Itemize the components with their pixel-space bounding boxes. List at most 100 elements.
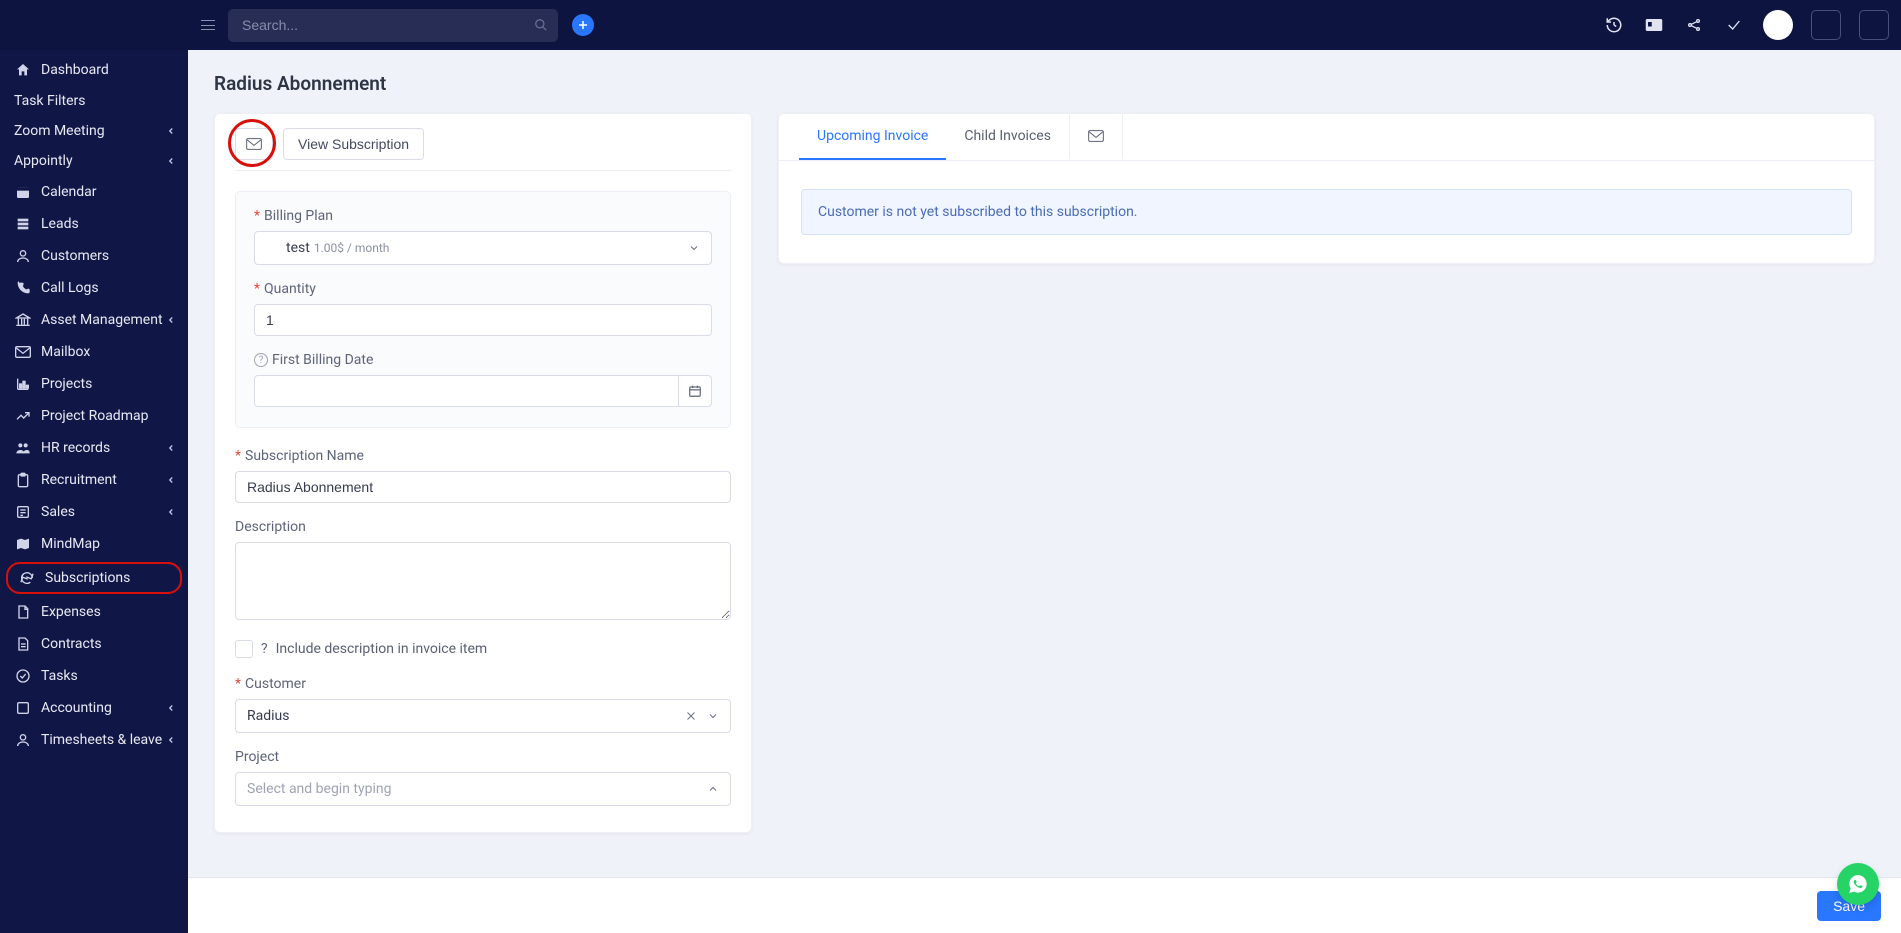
clipboard-icon [14, 471, 32, 489]
description-textarea[interactable] [235, 542, 731, 620]
help-icon: ? [261, 641, 268, 657]
chevron-left-icon [166, 156, 176, 166]
sidebar-item-accounting[interactable]: Accounting [0, 692, 188, 724]
sidebar-item-timesheets-leave[interactable]: Timesheets & leave [0, 724, 188, 756]
sidebar-item-tasks[interactable]: Tasks [0, 660, 188, 692]
file-icon [14, 603, 32, 621]
menu-toggle-button[interactable] [196, 13, 220, 37]
sidebar-item-dashboard[interactable]: Dashboard [0, 54, 188, 86]
checkmark-icon[interactable] [1723, 14, 1745, 36]
billing-plan-price: 1.00$ / month [314, 241, 390, 255]
label-quantity: *Quantity [254, 281, 712, 297]
sidebar-item-appointly[interactable]: Appointly [0, 146, 188, 176]
people-icon [14, 439, 32, 457]
person2-icon [14, 731, 32, 749]
sidebar-item-contracts[interactable]: Contracts [0, 628, 188, 660]
main-scroll: Radius Abonnement View Subscription *Bil… [188, 50, 1901, 933]
clear-customer-button[interactable] [685, 710, 697, 722]
sidebar-item-zoom-meeting[interactable]: Zoom Meeting [0, 116, 188, 146]
sidebar-item-label: Project Roadmap [41, 408, 148, 424]
quantity-input[interactable] [254, 304, 712, 336]
map-icon [14, 535, 32, 553]
label-first-billing-date: ? First Billing Date [254, 352, 712, 368]
sidebar-item-call-logs[interactable]: Call Logs [0, 272, 188, 304]
sidebar-item-hr-records[interactable]: HR records [0, 432, 188, 464]
sidebar-item-label: HR records [41, 440, 110, 456]
sidebar-item-projects[interactable]: Projects [0, 368, 188, 400]
chevron-down-icon [688, 242, 700, 254]
label-description: Description [235, 519, 731, 535]
search-icon [534, 18, 548, 32]
subscription-name-input[interactable] [235, 471, 731, 503]
history-icon[interactable] [1603, 14, 1625, 36]
sidebar-item-label: Call Logs [41, 280, 99, 296]
share-icon[interactable] [1683, 14, 1705, 36]
home-icon [14, 61, 32, 79]
sidebar: Dashboard Task Filters Zoom Meeting Appoint… [0, 50, 188, 933]
sidebar-item-project-roadmap[interactable]: Project Roadmap [0, 400, 188, 432]
include-description-checkbox[interactable] [235, 640, 253, 658]
topbar-square-button-2[interactable] [1859, 10, 1889, 40]
sidebar-item-mindmap[interactable]: MindMap [0, 528, 188, 560]
first-billing-date-input[interactable] [254, 375, 679, 407]
chevron-left-icon [166, 315, 176, 325]
sidebar-item-label: Asset Management [41, 312, 163, 328]
sidebar-item-recruitment[interactable]: Recruitment [0, 464, 188, 496]
person-icon [14, 247, 32, 265]
sidebar-item-label: Zoom Meeting [14, 123, 105, 139]
sidebar-item-asset-management[interactable]: Asset Management [0, 304, 188, 336]
sidebar-item-label: Subscriptions [45, 570, 130, 586]
chevron-left-icon [166, 126, 176, 136]
avatar[interactable] [1763, 10, 1793, 40]
send-mail-button[interactable] [235, 128, 273, 160]
sidebar-item-label: Expenses [41, 604, 101, 620]
refresh-icon [18, 569, 36, 587]
sidebar-item-customers[interactable]: Customers [0, 240, 188, 272]
tab-upcoming-invoice[interactable]: Upcoming Invoice [799, 114, 946, 160]
tab-child-invoices[interactable]: Child Invoices [946, 114, 1069, 160]
page-title: Radius Abonnement [214, 72, 1875, 95]
sidebar-item-leads[interactable]: Leads [0, 208, 188, 240]
sidebar-item-sales[interactable]: Sales [0, 496, 188, 528]
tab-mail-icon[interactable] [1069, 114, 1123, 160]
chart-icon [14, 375, 32, 393]
doc-icon [14, 635, 32, 653]
view-subscription-button[interactable]: View Subscription [283, 128, 424, 160]
sidebar-item-subscriptions[interactable]: Subscriptions [6, 562, 182, 594]
label-subscription-name: *Subscription Name [235, 448, 731, 464]
billing-plan-name: test [286, 240, 310, 256]
sidebar-item-label: Recruitment [41, 472, 117, 488]
sidebar-item-task-filters[interactable]: Task Filters [0, 86, 188, 116]
sidebar-item-label: Task Filters [14, 93, 86, 109]
search-input[interactable] [228, 9, 558, 42]
customer-select[interactable]: Radius [235, 699, 731, 733]
id-card-icon[interactable] [1643, 14, 1665, 36]
dollar-icon [14, 699, 32, 717]
add-button[interactable] [572, 14, 594, 36]
subscription-form-card: View Subscription *Billing Plan test 1.0… [214, 113, 752, 833]
date-picker-button[interactable] [679, 375, 712, 407]
trend-icon [14, 407, 32, 425]
chevron-left-icon [166, 475, 176, 485]
topbar-square-button-1[interactable] [1811, 10, 1841, 40]
chevron-down-icon [707, 710, 719, 722]
whatsapp-float-button[interactable] [1837, 863, 1879, 905]
topbar [0, 0, 1901, 50]
footer-bar: Save [188, 877, 1901, 933]
sidebar-item-label: Tasks [41, 668, 78, 684]
billing-plan-select[interactable]: test 1.00$ / month [254, 231, 712, 265]
sidebar-item-label: Contracts [41, 636, 102, 652]
chevron-left-icon [166, 735, 176, 745]
phone-icon [14, 279, 32, 297]
sidebar-item-calendar[interactable]: Calendar [0, 176, 188, 208]
project-select[interactable]: Select and begin typing [235, 772, 731, 806]
sidebar-item-mailbox[interactable]: Mailbox [0, 336, 188, 368]
chevron-left-icon [166, 443, 176, 453]
sidebar-item-expenses[interactable]: Expenses [0, 596, 188, 628]
chevron-up-icon [707, 783, 719, 795]
sidebar-item-label: Calendar [41, 184, 97, 200]
sidebar-item-label: Dashboard [41, 62, 109, 78]
sidebar-item-label: MindMap [41, 536, 100, 552]
label-project: Project [235, 749, 731, 765]
help-icon: ? [254, 353, 268, 367]
